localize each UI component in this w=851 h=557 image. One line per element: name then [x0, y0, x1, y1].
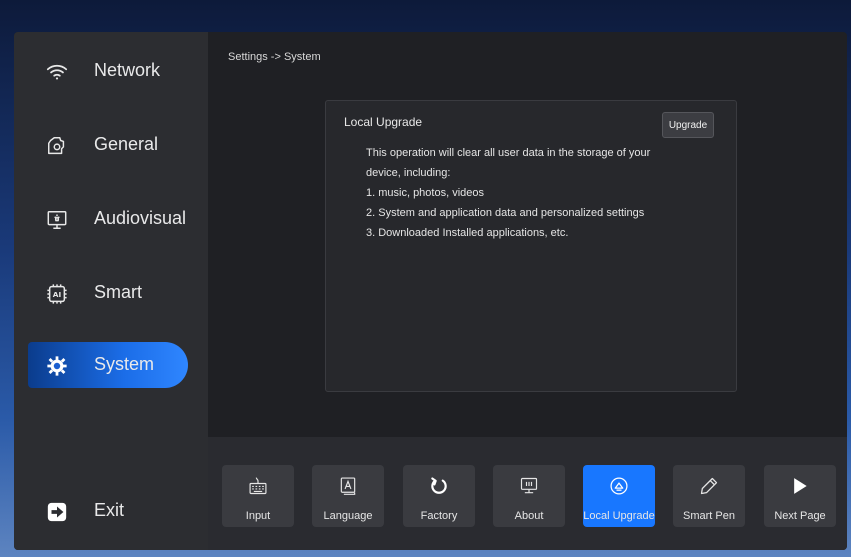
language-icon: [338, 476, 358, 496]
tile-label: Local Upgrade: [583, 510, 655, 522]
sidebar-item-system[interactable]: System: [28, 342, 188, 388]
local-upgrade-panel: Local Upgrade Upgrade This operation wil…: [325, 100, 737, 392]
system-gear-icon: [46, 355, 68, 377]
refresh-icon: [429, 476, 449, 496]
sidebar-item-label: Network: [94, 60, 161, 80]
tile-input[interactable]: Input: [222, 465, 294, 527]
panel-description: This operation will clear all user data …: [366, 143, 696, 243]
settings-window: Network General Audiovisual AI Smart Sys…: [14, 32, 847, 550]
breadcrumb: Settings -> System: [228, 51, 321, 63]
sidebar-item-label: Audiovisual: [94, 208, 187, 228]
sidebar-item-label: System: [94, 354, 155, 374]
tile-about[interactable]: About: [493, 465, 565, 527]
tile-label: Input: [245, 510, 271, 522]
description-line: This operation will clear all user data …: [366, 147, 651, 159]
upgrade-button[interactable]: Upgrade: [662, 112, 714, 138]
description-line: 2. System and application data and perso…: [366, 207, 645, 219]
description-line: device, including:: [366, 167, 451, 179]
tile-label: About: [514, 510, 544, 522]
tile-smart-pen[interactable]: Smart Pen: [673, 465, 745, 527]
pen-icon: [699, 476, 719, 496]
gear-outline-icon: [46, 135, 68, 157]
exit-label: Exit: [94, 500, 125, 520]
sidebar-item-label: General: [94, 134, 159, 154]
bottom-toolbar: Input Language Factory About Local Upgra…: [208, 437, 847, 550]
description-line: 1. music, photos, videos: [366, 187, 485, 199]
sidebar-item-label: Smart: [94, 282, 143, 302]
play-icon: [790, 476, 810, 496]
sidebar: Network General Audiovisual AI Smart Sys…: [14, 32, 208, 550]
tile-label: Factory: [420, 510, 458, 522]
tile-next-page[interactable]: Next Page: [764, 465, 836, 527]
tile-factory[interactable]: Factory: [403, 465, 475, 527]
tile-local-upgrade[interactable]: Local Upgrade: [583, 465, 655, 527]
description-line: 3. Downloaded Installed applications, et…: [366, 227, 569, 239]
about-monitor-icon: [519, 476, 539, 496]
monitor-icon: [46, 209, 68, 231]
wifi-icon: [46, 61, 68, 83]
tile-label: Language: [323, 510, 373, 522]
svg-text:AI: AI: [53, 290, 62, 299]
tile-language[interactable]: Language: [312, 465, 384, 527]
upgrade-icon: [609, 476, 629, 496]
panel-title: Local Upgrade: [344, 115, 423, 129]
ai-chip-icon: AI: [46, 283, 68, 305]
tile-label: Smart Pen: [683, 510, 735, 522]
tile-label: Next Page: [774, 510, 826, 522]
keyboard-icon: [248, 476, 268, 496]
exit-icon: [46, 501, 68, 523]
